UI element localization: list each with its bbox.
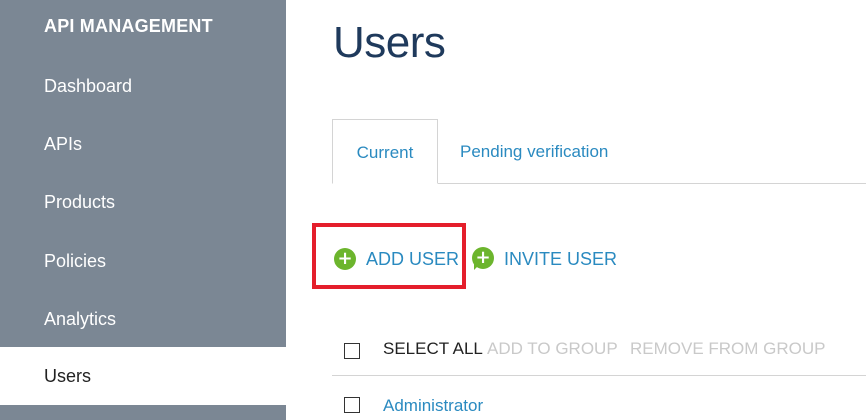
plus-circle-icon: +: [334, 248, 356, 270]
add-user-label: ADD USER: [366, 248, 460, 269]
page-title: Users: [333, 18, 446, 67]
sidebar-item-dashboard[interactable]: Dashboard: [0, 60, 286, 112]
tab-current[interactable]: Current: [332, 119, 438, 184]
invite-user-label: INVITE USER: [504, 248, 618, 269]
sidebar-header: API MANAGEMENT: [44, 16, 213, 36]
select-all-checkbox[interactable]: [344, 343, 360, 359]
user-name-link[interactable]: Administrator: [383, 396, 483, 416]
sidebar-item-policies[interactable]: Policies: [0, 235, 286, 287]
table-row: Administrator: [332, 388, 866, 420]
sidebar: API MANAGEMENT Dashboard APIs Products P…: [0, 0, 286, 420]
plus-speech-bubble-icon: +: [472, 247, 496, 271]
plus-glyph: +: [472, 247, 494, 269]
app-root: API MANAGEMENT Dashboard APIs Products P…: [0, 0, 866, 420]
select-all-label[interactable]: SELECT ALL: [383, 339, 483, 359]
add-to-group-button[interactable]: ADD TO GROUP: [487, 339, 618, 359]
sidebar-item-users[interactable]: Users: [0, 347, 286, 405]
bulk-action-row: SELECT ALL ADD TO GROUP REMOVE FROM GROU…: [332, 331, 866, 376]
tab-pending-verification[interactable]: Pending verification: [460, 119, 608, 183]
sidebar-item-analytics[interactable]: Analytics: [0, 293, 286, 345]
user-row-checkbox[interactable]: [344, 397, 360, 413]
sidebar-item-apis[interactable]: APIs: [0, 118, 286, 170]
add-user-button[interactable]: + ADD USER: [334, 244, 459, 274]
sidebar-item-products[interactable]: Products: [0, 176, 286, 228]
remove-from-group-button[interactable]: REMOVE FROM GROUP: [630, 339, 826, 359]
invite-user-button[interactable]: + INVITE USER: [472, 244, 617, 274]
